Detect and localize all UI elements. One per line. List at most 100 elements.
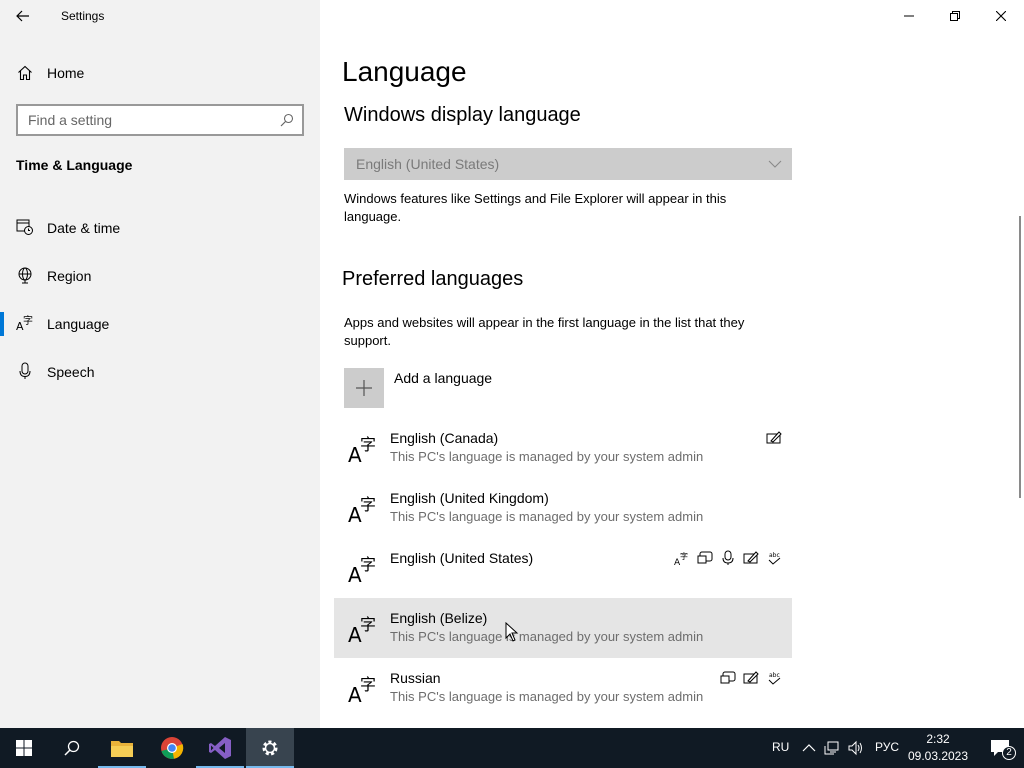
file-explorer-button[interactable] (98, 728, 146, 768)
titlebar: Settings (0, 0, 320, 32)
home-icon (18, 65, 32, 81)
language-glyph-icon: A字 (348, 615, 376, 644)
display-language-dropdown[interactable]: English (United States) (344, 148, 792, 180)
minimize-icon (904, 15, 914, 17)
sidebar-item-region[interactable]: Region (0, 252, 320, 300)
language-name: English (Belize) (390, 610, 488, 626)
restore-button[interactable] (932, 0, 978, 32)
sidebar: Settings Home Time & Language Date & tim… (0, 0, 320, 728)
home-label: Home (47, 65, 85, 81)
language-name: Russian (390, 670, 441, 686)
main-content: Language Windows display language Englis… (320, 0, 1024, 728)
speech-recognition-icon (722, 550, 734, 565)
language-row-english-us[interactable]: A字 English (United States) A字 abc (334, 538, 792, 598)
sidebar-nav: Date & time Region A字 Language Speech (0, 204, 320, 396)
calendar-clock-icon (16, 219, 33, 235)
svg-text:字: 字 (360, 675, 376, 694)
language-name: English (Canada) (390, 430, 499, 446)
display-language-icon: A字 (674, 551, 688, 566)
home-nav-item[interactable]: Home (0, 56, 320, 90)
language-icon: A字 (16, 314, 33, 332)
chrome-button[interactable] (148, 728, 196, 768)
folder-icon (111, 741, 133, 757)
clock-date: 09.03.2023 (907, 749, 969, 763)
svg-text:字: 字 (680, 551, 688, 561)
chrome-icon (161, 737, 184, 759)
search-box[interactable] (16, 104, 304, 136)
language-name: English (United Kingdom) (390, 490, 549, 506)
language-row-english-canada[interactable]: A字 English (Canada) This PC's language i… (334, 418, 792, 478)
display-language-value: English (United States) (356, 156, 500, 172)
add-language-button[interactable]: Add a language (344, 368, 644, 408)
action-center-button[interactable]: 2 (976, 728, 1024, 768)
section-title: Time & Language (16, 157, 133, 173)
display-language-description: Windows features like Settings and File … (344, 191, 727, 224)
input-language-indicator[interactable]: RU (772, 740, 789, 754)
sidebar-item-label: Speech (47, 364, 95, 380)
language-note: This PC's language is managed by your sy… (390, 689, 704, 704)
clock[interactable]: 2:32 09.03.2023 (905, 731, 971, 765)
globe-icon (18, 267, 32, 284)
sidebar-item-date-time[interactable]: Date & time (0, 204, 320, 252)
preferred-languages-heading: Preferred languages (342, 268, 524, 290)
language-features: abc (720, 670, 782, 686)
taskbar: RU РУС 2:32 09.03.2023 2 (0, 728, 1024, 768)
taskbar-search-button[interactable] (48, 728, 96, 768)
language-note: This PC's language is managed by your sy… (390, 509, 704, 524)
visual-studio-icon (209, 737, 231, 759)
microphone-icon (19, 362, 31, 379)
language-glyph-icon: A字 (348, 495, 376, 524)
handwriting-icon (743, 671, 759, 684)
sidebar-item-label: Language (47, 316, 110, 332)
mouse-cursor-icon (505, 622, 519, 642)
svg-text:字: 字 (360, 615, 376, 634)
back-button[interactable] (0, 0, 46, 32)
clock-time: 2:32 (926, 732, 950, 746)
search-icon[interactable] (280, 113, 294, 127)
search-icon (64, 740, 80, 756)
keyboard-layout-indicator[interactable]: РУС (875, 740, 899, 754)
language-row-russian[interactable]: A字 Russian This PC's language is managed… (334, 658, 792, 718)
handwriting-icon (743, 551, 759, 564)
gear-icon (262, 740, 278, 756)
chevron-up-icon[interactable] (801, 740, 817, 756)
add-language-label: Add a language (394, 370, 493, 386)
preferred-language-list: A字 English (Canada) This PC's language i… (334, 418, 792, 718)
restore-icon (950, 11, 960, 21)
spellcheck-icon: abc (768, 552, 781, 565)
text-to-speech-icon (697, 551, 713, 564)
preferred-languages-description: Apps and websites will appear in the fir… (344, 315, 745, 348)
sidebar-item-label: Region (47, 268, 92, 284)
search-input[interactable] (18, 106, 268, 134)
chevron-down-icon (768, 160, 782, 168)
language-note: This PC's language is managed by your sy… (390, 449, 704, 464)
language-glyph-icon: A字 (348, 555, 376, 584)
windows-logo-icon (16, 740, 32, 756)
settings-taskbar-button[interactable] (246, 728, 294, 768)
start-button[interactable] (0, 728, 48, 768)
sidebar-item-language[interactable]: A字 Language (0, 300, 320, 348)
language-glyph-icon: A字 (348, 435, 376, 464)
language-row-english-belize[interactable]: A字 English (Belize) This PC's language i… (334, 598, 792, 658)
scrollbar[interactable] (1019, 216, 1021, 498)
language-note: This PC's language is managed by your sy… (390, 629, 704, 644)
language-name: English (United States) (390, 550, 534, 566)
language-features: A字 abc (674, 550, 782, 566)
svg-text:字: 字 (360, 495, 376, 514)
network-icon[interactable] (824, 740, 840, 756)
app-title: Settings (61, 9, 105, 23)
handwriting-icon (766, 431, 782, 444)
language-features (766, 430, 782, 446)
language-glyph-icon: A字 (348, 675, 376, 704)
close-button[interactable] (978, 0, 1024, 32)
volume-icon[interactable] (848, 740, 864, 756)
add-language-tile[interactable] (344, 368, 384, 408)
back-arrow-icon (16, 10, 29, 22)
notification-count-badge: 2 (1002, 746, 1016, 760)
language-row-english-uk[interactable]: A字 English (United Kingdom) This PC's la… (334, 478, 792, 538)
minimize-button[interactable] (886, 0, 932, 32)
svg-text:字: 字 (360, 555, 376, 574)
text-to-speech-icon (720, 671, 736, 684)
sidebar-item-speech[interactable]: Speech (0, 348, 320, 396)
visual-studio-button[interactable] (196, 728, 244, 768)
